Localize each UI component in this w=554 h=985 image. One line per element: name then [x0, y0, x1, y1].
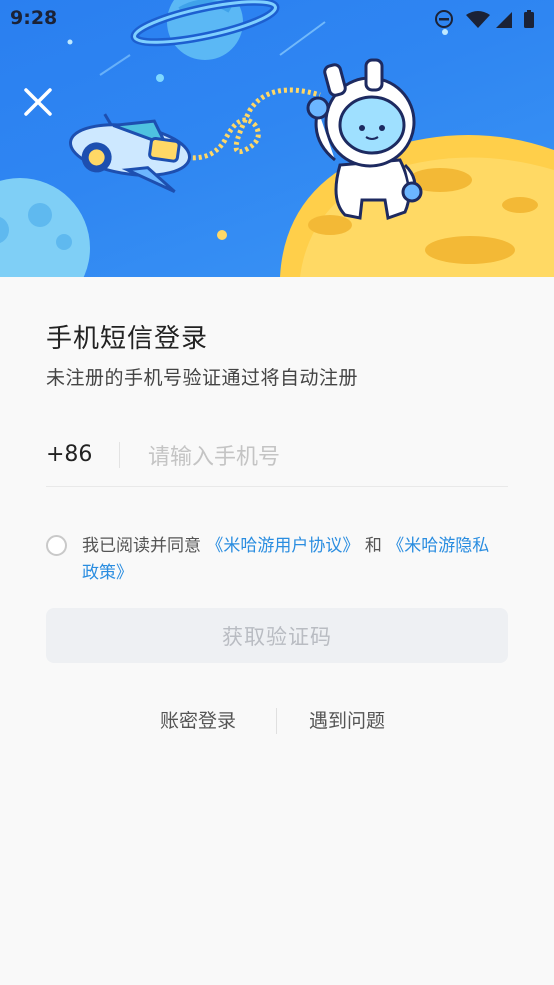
country-code[interactable]: +86	[46, 442, 92, 467]
agreement-prefix: 我已阅读并同意	[82, 536, 201, 556]
password-login-link[interactable]: 账密登录	[160, 706, 236, 733]
status-time: 9:28	[10, 7, 58, 29]
cell-signal-icon	[496, 12, 512, 28]
space-illustration	[0, 0, 554, 277]
close-button[interactable]	[22, 86, 54, 118]
phone-input[interactable]	[146, 436, 500, 478]
do-not-disturb-icon	[435, 10, 453, 28]
header-banner: 9:28	[0, 0, 554, 277]
help-link[interactable]: 遇到问题	[309, 706, 385, 733]
wifi-icon	[466, 11, 490, 28]
bottom-links: 账密登录 遇到问题	[0, 704, 554, 738]
code-divider	[119, 442, 120, 468]
status-bar: 9:28	[0, 0, 554, 38]
page-title: 手机短信登录	[46, 324, 209, 354]
agreement-conjunction: 和	[364, 536, 382, 556]
close-icon	[24, 88, 52, 116]
phone-field-row: +86	[46, 428, 508, 487]
agreement-text: 我已阅读并同意 《米哈游用户协议》 和 《米哈游隐私政策》	[82, 533, 502, 587]
agreement-checkbox[interactable]	[46, 535, 67, 556]
get-code-button[interactable]: 获取验证码	[46, 608, 508, 663]
status-icons	[435, 10, 534, 28]
user-agreement-link[interactable]: 《米哈游用户协议》	[206, 536, 359, 556]
battery-icon	[524, 10, 534, 28]
login-page: 9:28 手机短信登录 未注册的手机号验证通过将自动注册 +86 请输入手机号 …	[0, 0, 554, 985]
bottom-divider	[276, 708, 277, 734]
page-subtitle: 未注册的手机号验证通过将自动注册	[46, 367, 359, 389]
